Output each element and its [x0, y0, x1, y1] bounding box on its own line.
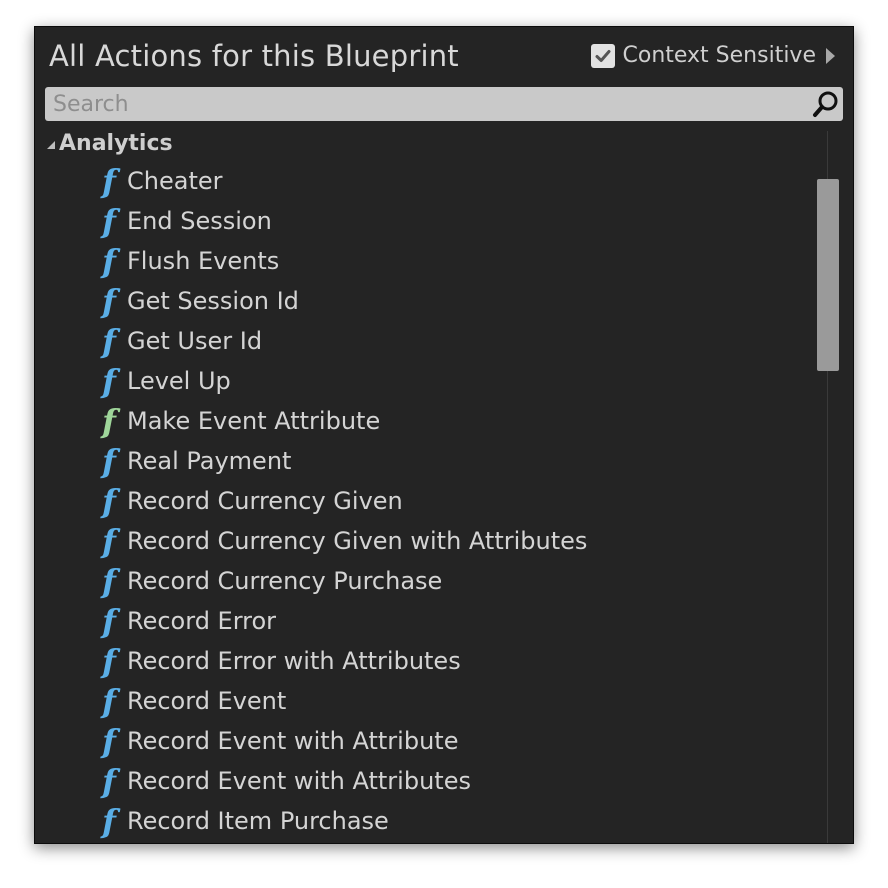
function-icon: f: [102, 642, 116, 680]
function-icon: f: [102, 482, 116, 520]
search-input[interactable]: [45, 87, 805, 121]
list-item-label: Record Event with Attributes: [127, 767, 471, 795]
list-item[interactable]: f Make Event Attribute: [35, 401, 815, 441]
panel-title: All Actions for this Blueprint: [49, 39, 459, 73]
list-item[interactable]: f End Session: [35, 201, 815, 241]
list-item[interactable]: f Get User Id: [35, 321, 815, 361]
list-item[interactable]: f Record Item Purchase: [35, 801, 815, 841]
list-item[interactable]: f Record Currency Given: [35, 481, 815, 521]
list-item-label: Get Session Id: [127, 287, 299, 315]
search-icon[interactable]: [811, 89, 841, 119]
list-item-label: Record Error with Attributes: [127, 647, 461, 675]
list-item[interactable]: f Real Payment: [35, 441, 815, 481]
list-item-label: Record Event with Attribute: [127, 727, 459, 755]
function-icon: f: [102, 722, 116, 760]
checkmark-icon: [595, 49, 610, 62]
list-item-label: Record Item Purchase: [127, 807, 389, 835]
context-sensitive-checkbox[interactable]: [590, 43, 615, 68]
list-item[interactable]: f Record Error: [35, 601, 815, 641]
category-analytics[interactable]: Analytics: [47, 131, 173, 156]
category-label: Analytics: [59, 131, 173, 156]
list-item[interactable]: f Record Event with Attributes: [35, 761, 815, 801]
action-menu-panel: All Actions for this Blueprint Context S…: [34, 26, 854, 844]
function-icon: f: [102, 322, 116, 360]
list-item-label: Make Event Attribute: [127, 407, 381, 435]
context-sensitive-toggle[interactable]: Context Sensitive: [590, 43, 835, 68]
list-item-label: Level Up: [127, 367, 231, 395]
list-item[interactable]: f Level Up: [35, 361, 815, 401]
pure-function-icon: f: [102, 402, 116, 440]
expand-arrow-icon[interactable]: [47, 140, 55, 149]
function-icon: f: [102, 682, 116, 720]
action-list: f Cheater f End Session f Flush Events f Get Se…: [35, 161, 815, 841]
function-icon: f: [102, 362, 116, 400]
list-item-label: Record Currency Given with Attributes: [127, 527, 588, 555]
function-icon: f: [102, 202, 116, 240]
list-item-label: Get User Id: [127, 327, 263, 355]
context-sensitive-label: Context Sensitive: [622, 43, 817, 68]
list-item[interactable]: f Record Error with Attributes: [35, 641, 815, 681]
function-icon: f: [102, 282, 116, 320]
function-icon: f: [102, 162, 116, 200]
function-icon: f: [102, 762, 116, 800]
function-icon: f: [102, 602, 116, 640]
chevron-right-icon[interactable]: [826, 47, 835, 64]
list-item-label: Cheater: [127, 167, 223, 195]
list-item-label: Record Error: [127, 607, 277, 635]
function-icon: f: [102, 242, 116, 280]
list-item[interactable]: f Get Session Id: [35, 281, 815, 321]
list-item[interactable]: f Record Currency Given with Attributes: [35, 521, 815, 561]
function-icon: f: [102, 802, 116, 840]
list-item-label: Record Event: [127, 687, 287, 715]
function-icon: f: [102, 442, 116, 480]
list-item-label: Record Currency Given: [127, 487, 403, 515]
function-icon: f: [102, 562, 116, 600]
list-item-label: Record Currency Purchase: [127, 567, 443, 595]
list-item[interactable]: f Flush Events: [35, 241, 815, 281]
list-item[interactable]: f Record Currency Purchase: [35, 561, 815, 601]
list-item-label: Real Payment: [127, 447, 292, 475]
list-item[interactable]: f Record Event: [35, 681, 815, 721]
list-item-label: Flush Events: [127, 247, 280, 275]
scrollbar-thumb[interactable]: [817, 179, 839, 371]
list-item[interactable]: f Record Event with Attribute: [35, 721, 815, 761]
function-icon: f: [102, 522, 116, 560]
search-box[interactable]: [45, 87, 843, 121]
list-item[interactable]: f Cheater: [35, 161, 815, 201]
list-item-label: End Session: [127, 207, 272, 235]
